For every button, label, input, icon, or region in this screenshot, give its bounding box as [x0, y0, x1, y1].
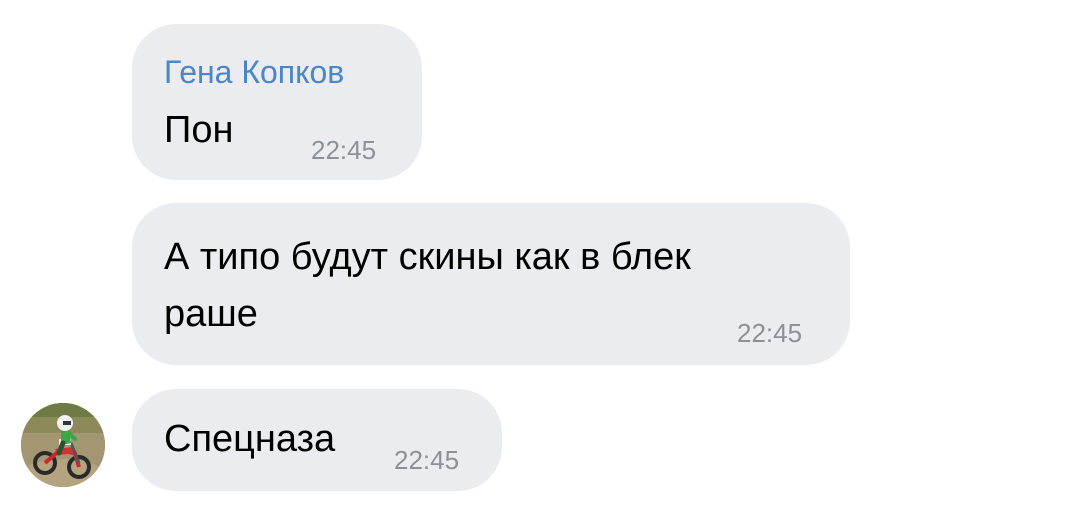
message-bubble[interactable]: А типо будут скины как в блек раше 22:45 — [132, 203, 850, 365]
message-timestamp: 22:45 — [311, 135, 377, 165]
message-text-line-2: раше — [164, 293, 258, 335]
message-text: Пон — [164, 109, 234, 151]
user-avatar[interactable] — [21, 403, 105, 487]
message-timestamp: 22:45 — [394, 445, 460, 475]
sender-name[interactable]: Гена Копков — [164, 54, 344, 91]
motocross-rider-avatar — [21, 403, 105, 487]
message-text-line-1: А типо будут скины как в блек — [164, 236, 691, 278]
message-text: Спецназа — [164, 418, 336, 460]
message-timestamp: 22:45 — [737, 318, 803, 348]
message-bubble[interactable]: Гена Копков Пон 22:45 — [132, 24, 422, 180]
message-bubble[interactable]: Спецназа 22:45 — [132, 389, 502, 491]
